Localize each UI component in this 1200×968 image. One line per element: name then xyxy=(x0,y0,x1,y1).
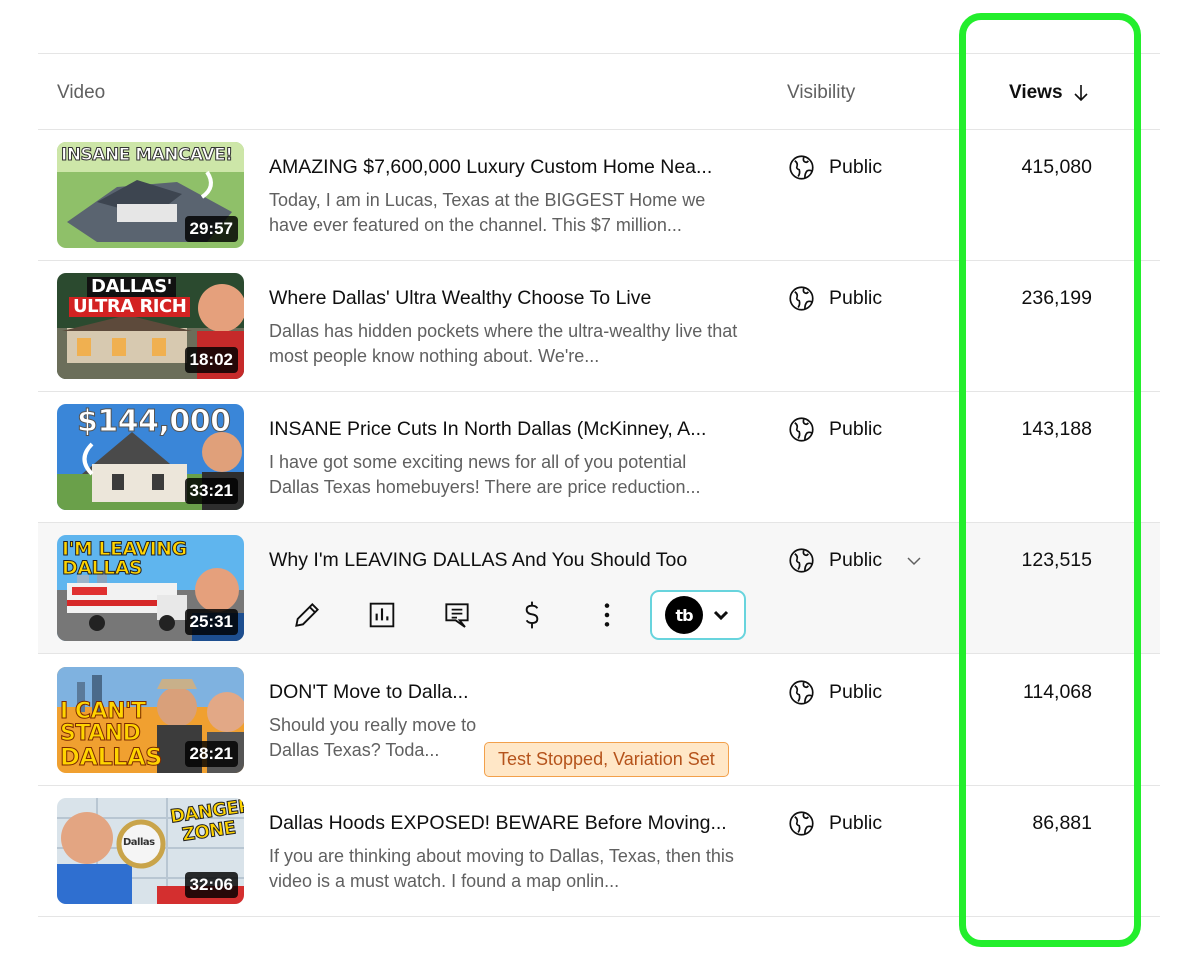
globe-icon xyxy=(789,417,814,442)
test-status-badge[interactable]: Test Stopped, Variation Set xyxy=(484,742,729,777)
visibility-label: Public xyxy=(829,156,883,178)
thumbnail-caption: DALLAS' xyxy=(87,277,176,297)
thumbnail-caption: INSANE MANCAVE! xyxy=(61,145,234,165)
table-row[interactable]: Dallas DANGER ZONE 32:06 Dallas Hoods EX… xyxy=(38,786,1160,917)
table-row[interactable]: I CAN'T STAND DALLAS 28:21 DON'T Move to… xyxy=(38,655,1160,786)
thumbnail-caption-3: Dallas xyxy=(123,837,155,848)
video-thumbnail[interactable]: Dallas DANGER ZONE 32:06 xyxy=(57,798,244,904)
visibility-label: Public xyxy=(829,681,883,703)
chevron-down-icon xyxy=(713,610,729,621)
table-row[interactable]: DALLAS' ULTRA RICH 18:02 Where Dallas' U… xyxy=(38,261,1160,392)
monetization-button[interactable] xyxy=(494,591,569,639)
header-visibility[interactable]: Visibility xyxy=(787,82,855,104)
table-header: Video Visibility Views xyxy=(38,54,1160,130)
video-thumbnail[interactable]: I'M LEAVING DALLAS 25:31 xyxy=(57,535,244,641)
globe-icon xyxy=(789,155,814,180)
thumbnail-caption-2: STAND xyxy=(59,721,141,746)
thumbnail-caption-2: ULTRA RICH xyxy=(69,297,191,317)
video-duration: 18:02 xyxy=(184,347,238,373)
video-thumbnail[interactable]: INSANE MANCAVE! 29:57 xyxy=(57,142,244,248)
video-title[interactable]: INSANE Price Cuts In North Dallas (McKin… xyxy=(269,418,739,441)
more-vert-icon xyxy=(604,603,609,627)
visibility-status: Public xyxy=(788,154,882,181)
bar-chart-icon xyxy=(369,602,394,628)
arrow-down-icon xyxy=(1073,85,1088,102)
table-row[interactable]: $144,000 33:21 INSANE Price Cuts In Nort… xyxy=(38,392,1160,523)
visibility-status: Public xyxy=(788,285,882,312)
video-title[interactable]: Why I'm LEAVING DALLAS And You Should To… xyxy=(269,549,739,572)
tubebuddy-logo-icon: tb xyxy=(665,596,703,634)
video-duration: 33:21 xyxy=(184,478,238,504)
video-duration: 32:06 xyxy=(184,872,238,898)
visibility-status: Public xyxy=(788,810,882,837)
globe-icon xyxy=(789,811,814,836)
thumbnail-caption: I'M LEAVING DALLAS xyxy=(62,538,188,579)
thumbnail-caption: $144,000 xyxy=(77,404,232,439)
views-count: 415,080 xyxy=(1021,156,1093,178)
tubebuddy-menu-button[interactable]: tb xyxy=(650,590,746,640)
video-description: Should you really move to Dallas Texas? … xyxy=(269,715,477,760)
video-title[interactable]: Dallas Hoods EXPOSED! BEWARE Before Movi… xyxy=(269,812,739,835)
video-thumbnail[interactable]: $144,000 33:21 xyxy=(57,404,244,510)
video-title[interactable]: DON'T Move to Dalla... xyxy=(269,681,739,704)
visibility-status: Public xyxy=(788,679,882,706)
video-description: Today, I am in Lucas, Texas at the BIGGE… xyxy=(269,190,706,235)
globe-icon xyxy=(789,548,814,573)
details-button[interactable] xyxy=(269,591,344,639)
visibility-label: Public xyxy=(829,287,883,309)
header-views-sort[interactable]: Views xyxy=(1009,82,1090,104)
visibility-label: Public xyxy=(829,812,883,834)
video-title[interactable]: AMAZING $7,600,000 Luxury Custom Home Ne… xyxy=(269,156,739,179)
visibility-label: Public xyxy=(829,418,883,440)
views-count: 143,188 xyxy=(1021,418,1093,440)
views-count: 114,068 xyxy=(1022,681,1092,703)
chevron-down-icon xyxy=(907,556,921,565)
video-duration: 28:21 xyxy=(184,741,238,767)
views-count: 236,199 xyxy=(1021,287,1093,309)
visibility-dropdown[interactable]: Public xyxy=(788,547,924,574)
globe-icon xyxy=(789,286,814,311)
comments-button[interactable] xyxy=(419,591,494,639)
globe-icon xyxy=(789,680,814,705)
comment-icon xyxy=(444,603,469,628)
analytics-button[interactable] xyxy=(344,591,419,639)
video-duration: 29:57 xyxy=(184,216,238,242)
video-description: If you are thinking about moving to Dall… xyxy=(269,846,734,891)
thumbnail-caption: I CAN'T xyxy=(60,699,147,724)
header-views-label: Views xyxy=(1009,82,1063,103)
header-video[interactable]: Video xyxy=(57,82,105,104)
views-count: 86,881 xyxy=(1032,812,1092,834)
video-duration: 25:31 xyxy=(184,609,238,635)
visibility-label: Public xyxy=(829,549,883,571)
views-count: 123,515 xyxy=(1021,549,1093,571)
video-thumbnail[interactable]: DALLAS' ULTRA RICH 18:02 xyxy=(57,273,244,379)
table-row[interactable]: INSANE MANCAVE! 29:57 AMAZING $7,600,000… xyxy=(38,130,1160,261)
video-description: I have got some exciting news for all of… xyxy=(269,452,701,497)
more-options-button[interactable] xyxy=(569,591,644,639)
dollar-icon xyxy=(525,601,538,629)
thumbnail-caption-3: DALLAS xyxy=(60,743,163,771)
video-description: Dallas has hidden pockets where the ultr… xyxy=(269,321,738,366)
row-actions: tb xyxy=(269,589,746,641)
video-title[interactable]: Where Dallas' Ultra Wealthy Choose To Li… xyxy=(269,287,739,310)
visibility-status: Public xyxy=(788,416,882,443)
video-thumbnail[interactable]: I CAN'T STAND DALLAS 28:21 xyxy=(57,667,244,773)
pencil-icon xyxy=(294,603,319,627)
table-row[interactable]: I'M LEAVING DALLAS 25:31 Why I'm LEAVING… xyxy=(38,523,1160,654)
